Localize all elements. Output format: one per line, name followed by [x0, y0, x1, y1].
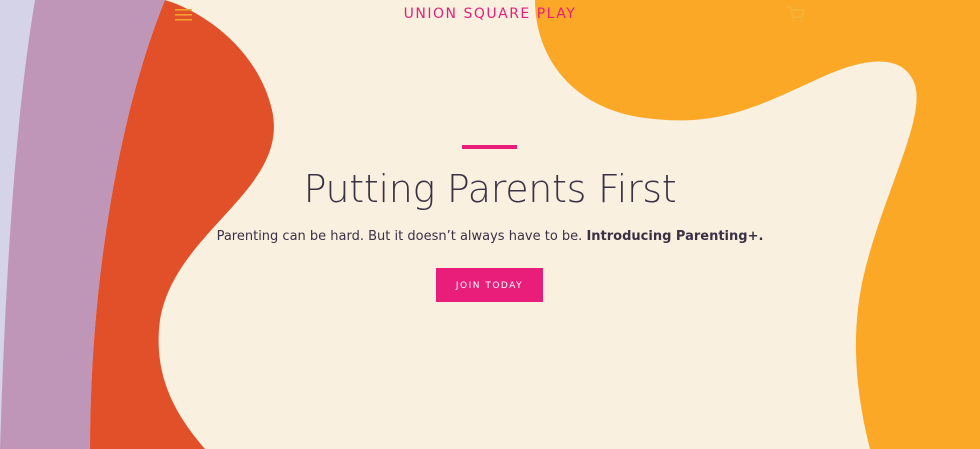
brand-link[interactable]: UNION SQUARE PLAY	[404, 6, 577, 22]
hero-section: Putting Parents First Parenting can be h…	[0, 0, 980, 449]
hero-subtitle-emphasis: Introducing Parenting+.	[586, 229, 764, 244]
hero-subtitle: Parenting can be hard. But it doesn’t al…	[0, 229, 980, 245]
page: Putting Parents First Parenting can be h…	[0, 0, 980, 449]
join-today-button[interactable]: JOIN TODAY	[436, 268, 543, 302]
accent-line	[462, 145, 517, 149]
shopping-cart-icon[interactable]	[786, 4, 806, 24]
hero-title: Putting Parents First	[303, 167, 677, 211]
site-header: UNION SQUARE PLAY	[0, 0, 980, 30]
hero-subtitle-text: Parenting can be hard. But it doesn’t al…	[216, 229, 587, 244]
hamburger-menu-icon[interactable]	[174, 7, 194, 23]
brand-logo: UNION SQUARE PLAY	[0, 6, 980, 22]
